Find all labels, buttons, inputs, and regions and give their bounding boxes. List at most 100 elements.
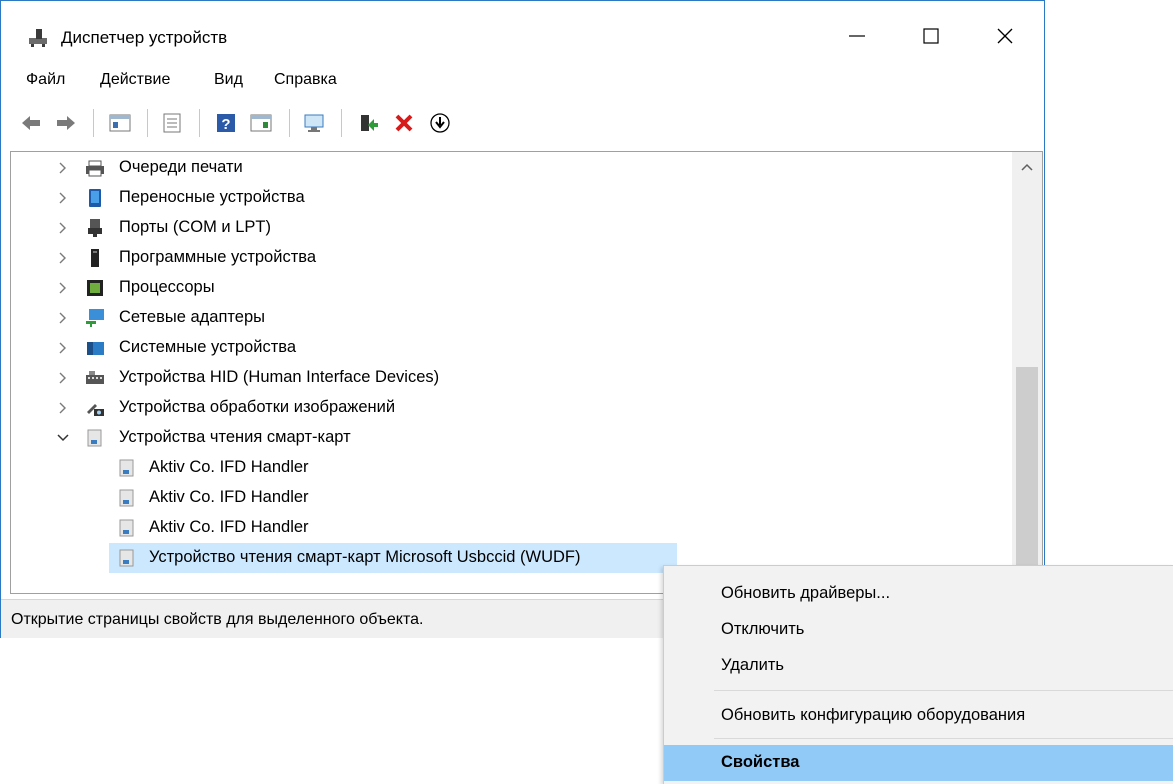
- action-pane-button[interactable]: [246, 108, 276, 138]
- tree-item-label: Aktiv Co. IFD Handler: [149, 518, 309, 536]
- camera-icon: [87, 404, 104, 416]
- tree-item-label: Очереди печати: [119, 158, 243, 176]
- smartcard-reader-icon: [119, 519, 134, 537]
- chevron-down-icon: [57, 434, 69, 442]
- tree-category[interactable]: Переносные устройства: [11, 183, 1011, 213]
- menu-item-disable[interactable]: Отключить: [664, 612, 1173, 646]
- device-tree[interactable]: Очереди печати Переносные устройства Пор…: [10, 151, 1043, 594]
- software-device-icon: [91, 249, 99, 267]
- properties-button[interactable]: [157, 108, 187, 138]
- uninstall-x-icon: [395, 114, 413, 132]
- menu-action[interactable]: Действие: [100, 71, 170, 89]
- tree-category[interactable]: Системные устройства: [11, 333, 1011, 363]
- tree-category[interactable]: Устройства обработки изображений: [11, 393, 1011, 423]
- menu-item-remove[interactable]: Удалить: [664, 648, 1173, 682]
- hid-icon: [86, 371, 104, 384]
- print-icon: [163, 113, 181, 133]
- monitor-scan-icon: [304, 114, 324, 132]
- menu-item-label: Отключить: [721, 620, 805, 638]
- system-device-icon: [87, 342, 104, 355]
- view-icon: [250, 114, 272, 132]
- scan-hardware-button[interactable]: [299, 108, 329, 138]
- chevron-right-icon: [59, 372, 66, 384]
- chevron-right-icon: [59, 282, 66, 294]
- chevron-right-icon: [59, 192, 66, 204]
- tree-item-label: Процессоры: [119, 278, 215, 296]
- menu-item-label: Удалить: [721, 656, 784, 674]
- window-title: Диспетчер устройств: [61, 28, 228, 47]
- chevron-right-icon: [59, 342, 66, 354]
- menu-help[interactable]: Справка: [274, 71, 337, 89]
- forward-arrow-icon: [57, 116, 75, 130]
- tree-item-label: Устройства HID (Human Interface Devices): [119, 368, 440, 386]
- smartcard-reader-icon: [119, 549, 134, 567]
- minimize-button[interactable]: [825, 14, 887, 58]
- back-button[interactable]: [16, 108, 46, 138]
- menu-separator: [714, 738, 1173, 739]
- tree-category-expanded[interactable]: Устройства чтения смарт-карт: [11, 423, 1011, 453]
- menu-file[interactable]: Файл: [26, 71, 65, 89]
- tree-device[interactable]: Aktiv Co. IFD Handler: [11, 483, 1011, 513]
- tree-category[interactable]: Процессоры: [11, 273, 1011, 303]
- minimize-icon: [849, 35, 865, 37]
- menu-separator: [714, 690, 1173, 691]
- help-button[interactable]: ?: [211, 108, 241, 138]
- chevron-right-icon: [59, 252, 66, 264]
- toolbar-separator: [289, 109, 290, 137]
- tree-item-label: Устройства чтения смарт-карт: [119, 428, 351, 446]
- device-manager-window: Диспетчер устройств Файл Действие Вид Сп…: [0, 0, 1045, 638]
- maximize-button[interactable]: [899, 14, 961, 58]
- port-icon: [88, 219, 102, 237]
- context-menu: Обновить драйверы... Отключить Удалить О…: [663, 565, 1173, 784]
- toolbar-separator: [341, 109, 342, 137]
- chevron-right-icon: [59, 312, 66, 324]
- smartcard-reader-icon: [119, 459, 134, 477]
- show-hide-console-tree-button[interactable]: [105, 108, 135, 138]
- title-bar[interactable]: Диспетчер устройств: [1, 1, 1044, 59]
- toolbar-separator: [147, 109, 148, 137]
- scroll-thumb[interactable]: [1016, 367, 1038, 593]
- menu-item-label: Обновить конфигурацию оборудования: [721, 706, 1026, 724]
- update-driver-button[interactable]: [353, 108, 383, 138]
- menu-item-scan-hardware[interactable]: Обновить конфигурацию оборудования: [664, 698, 1173, 732]
- update-driver-icon: [361, 115, 378, 131]
- tree-category[interactable]: Порты (COM и LPT): [11, 213, 1011, 243]
- device-manager-icon: [27, 26, 51, 50]
- uninstall-button[interactable]: [389, 108, 419, 138]
- tree-category[interactable]: Устройства HID (Human Interface Devices): [11, 363, 1011, 393]
- status-text: Открытие страницы свойств для выделенног…: [11, 611, 424, 628]
- tree-device[interactable]: Aktiv Co. IFD Handler: [11, 513, 1011, 543]
- forward-button[interactable]: [51, 108, 81, 138]
- network-adapter-icon: [86, 309, 104, 327]
- download-icon: [430, 113, 450, 133]
- chevron-right-icon: [59, 222, 66, 234]
- chevron-right-icon: [59, 162, 66, 174]
- toolbar-separator: [93, 109, 94, 137]
- smartcard-reader-icon: [119, 489, 134, 507]
- svg-text:?: ?: [221, 116, 230, 133]
- tree-item-label: Программные устройства: [119, 248, 317, 266]
- close-button[interactable]: [973, 14, 1035, 58]
- tree-item-label: Сетевые адаптеры: [119, 308, 265, 326]
- vertical-scrollbar[interactable]: [1012, 152, 1042, 593]
- menu-item-update-drivers[interactable]: Обновить драйверы...: [664, 576, 1173, 610]
- toolbar: ?: [1, 101, 1044, 145]
- tree-category[interactable]: Программные устройства: [11, 243, 1011, 273]
- smartcard-reader-icon: [87, 429, 102, 447]
- help-icon: ?: [217, 114, 235, 133]
- portable-device-icon: [89, 189, 101, 207]
- tree-item-label: Системные устройства: [119, 338, 297, 356]
- close-icon: [997, 28, 1013, 44]
- properties-icon: [109, 114, 131, 132]
- tree-category[interactable]: Очереди печати: [11, 153, 1011, 183]
- enable-device-button[interactable]: [425, 108, 455, 138]
- tree-item-label: Переносные устройства: [119, 188, 305, 206]
- tree-device[interactable]: Aktiv Co. IFD Handler: [11, 453, 1011, 483]
- menu-view[interactable]: Вид: [214, 71, 243, 89]
- tree-category[interactable]: Сетевые адаптеры: [11, 303, 1011, 333]
- menu-item-properties[interactable]: Свойства: [664, 745, 1173, 781]
- tree-item-label: Устройство чтения смарт-карт Microsoft U…: [149, 548, 581, 566]
- back-arrow-icon: [22, 116, 40, 130]
- menu-item-label: Обновить драйверы...: [721, 584, 891, 602]
- scroll-up-icon: [1021, 163, 1033, 171]
